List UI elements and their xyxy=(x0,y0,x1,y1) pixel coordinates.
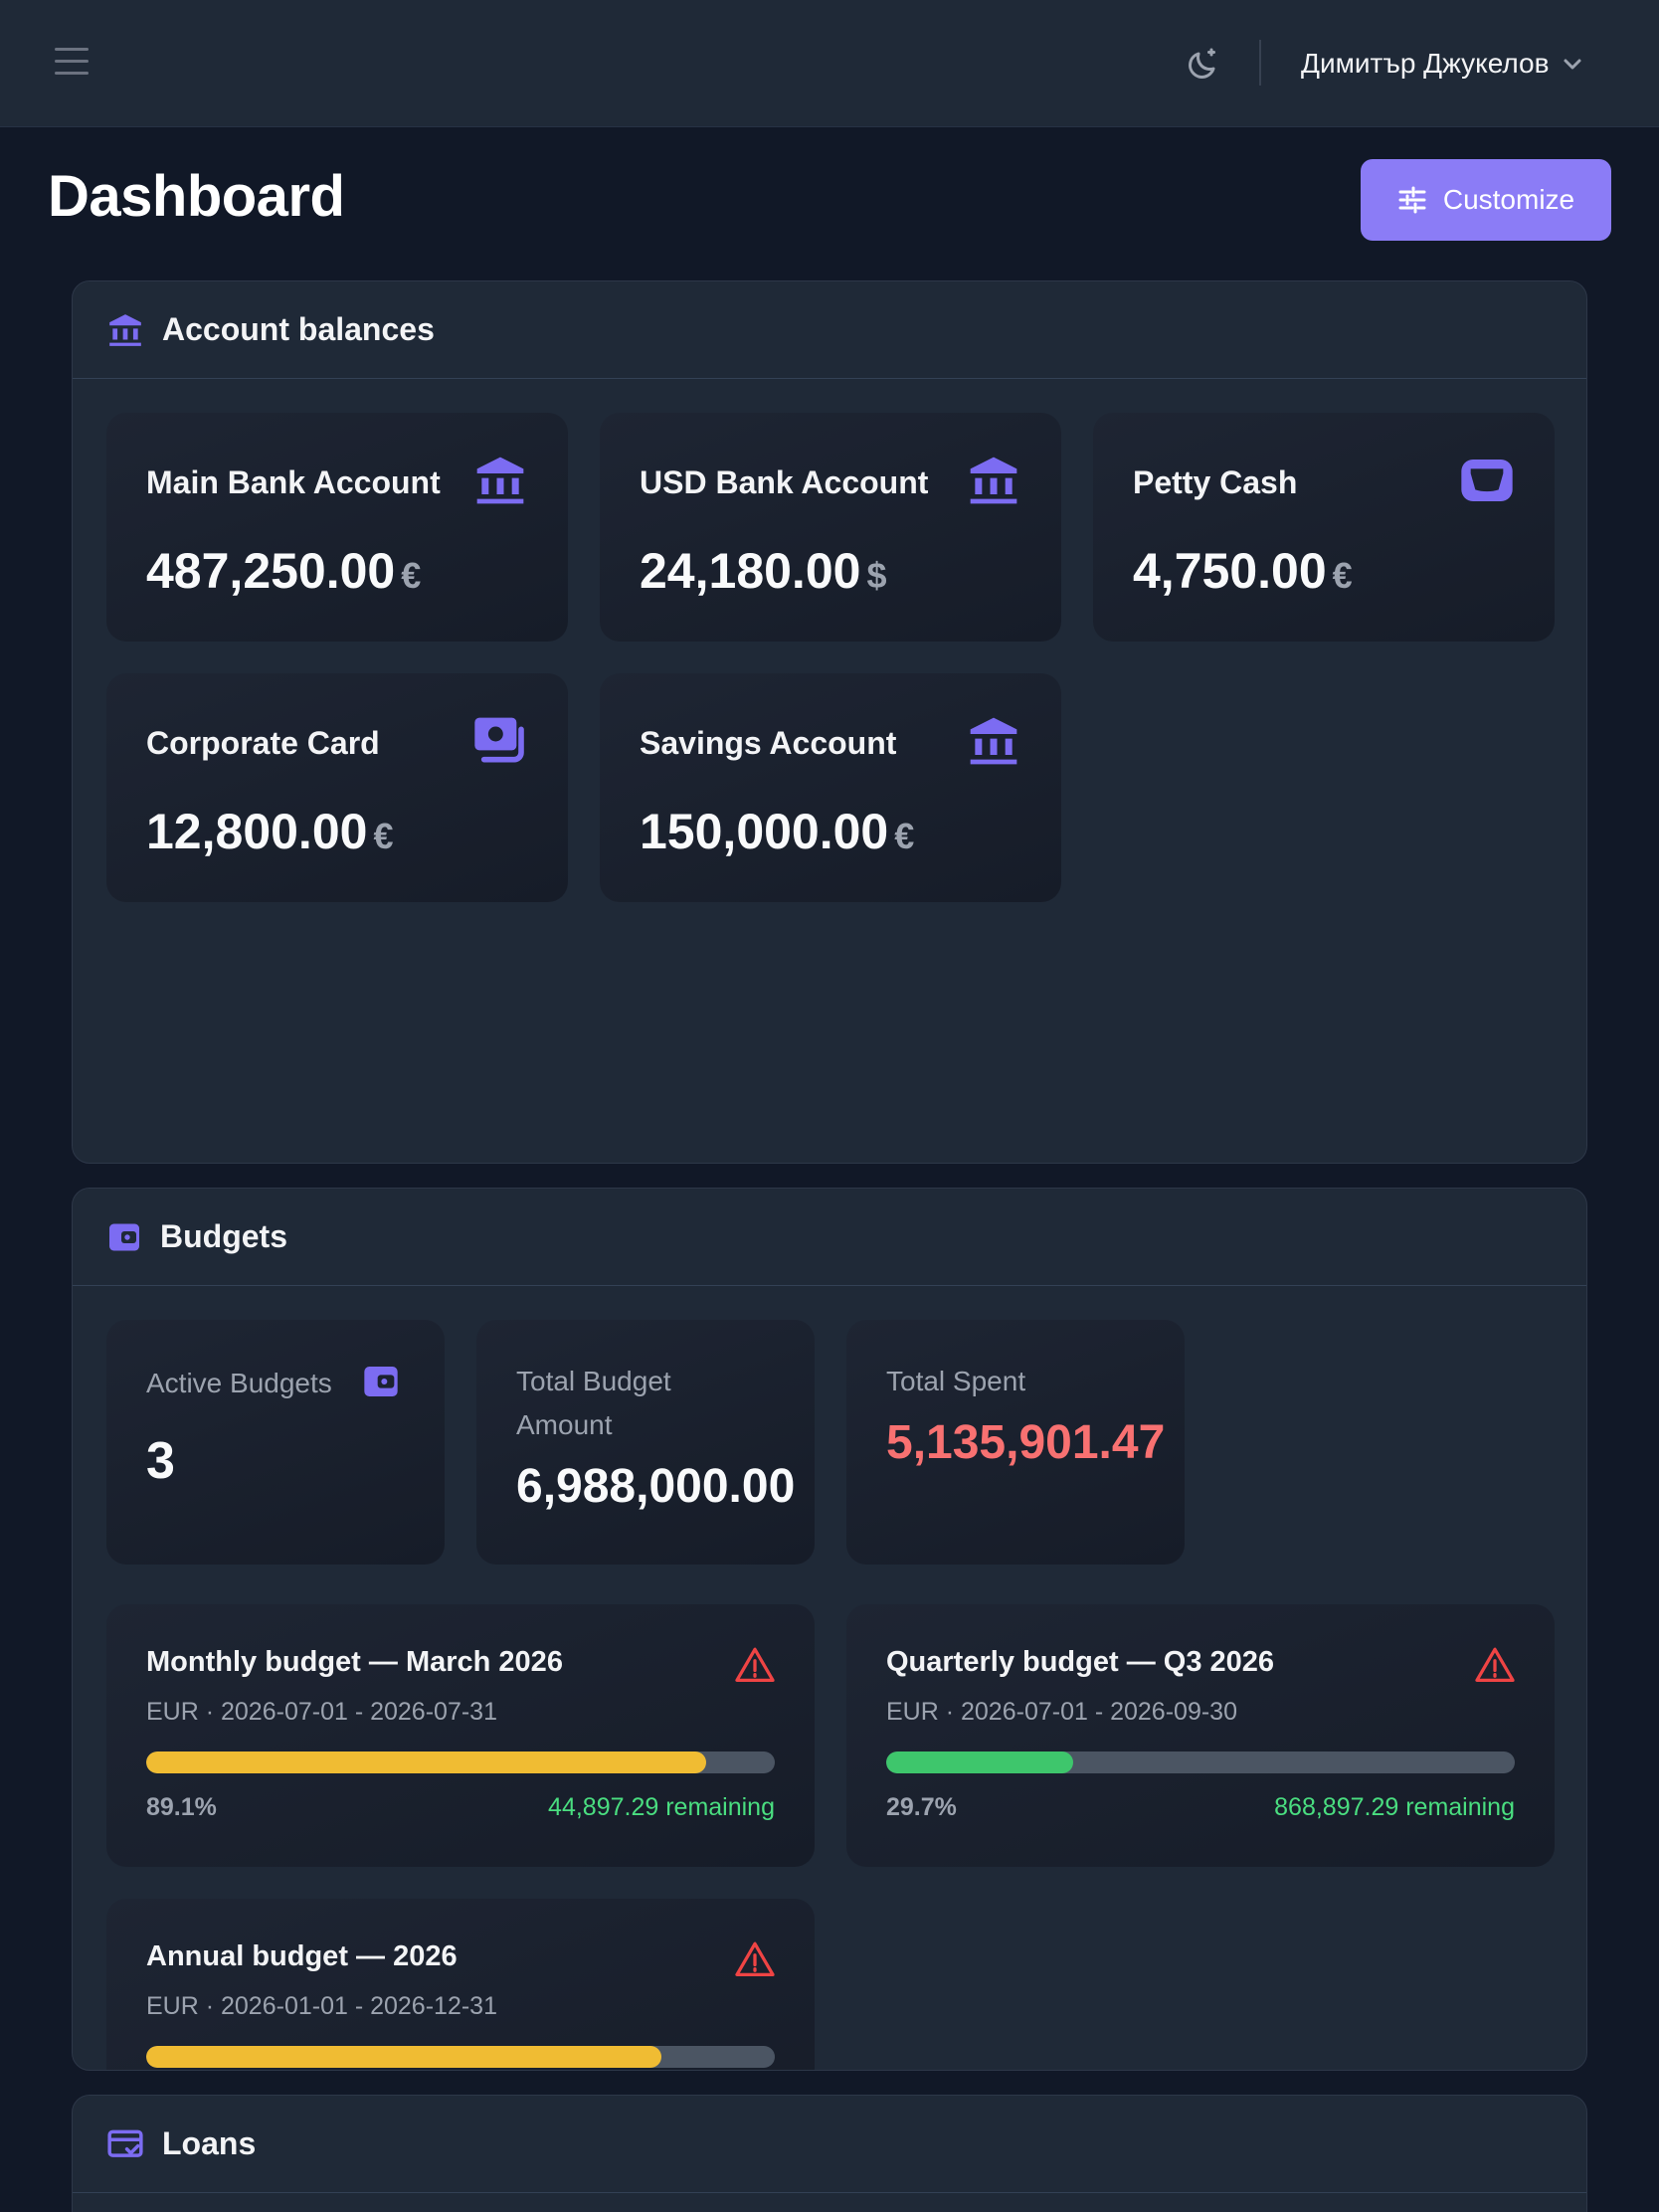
moon-icon[interactable] xyxy=(1184,44,1223,84)
budget-name: Monthly budget — March 2026 xyxy=(146,1646,563,1678)
account-balances-panel: Account balances Main Bank Account 487,2… xyxy=(72,280,1587,1164)
budget-period: EUR · 2026-07-01 - 2026-07-31 xyxy=(146,1698,497,1726)
account-balance: 12,800.00 € xyxy=(146,804,394,859)
top-bar: Димитър Джукелов xyxy=(0,0,1659,127)
customize-button[interactable]: Customize xyxy=(1361,159,1611,241)
wallet-icon xyxy=(1461,460,1513,501)
budget-progress-fill xyxy=(886,1751,1073,1773)
budget-percent: 89.1% xyxy=(146,1793,217,1821)
account-name: Petty Cash xyxy=(1133,464,1298,500)
loans-header: Loans xyxy=(73,2096,1586,2193)
budget-name: Quarterly budget — Q3 2026 xyxy=(886,1646,1275,1678)
warning-icon xyxy=(735,1941,775,1976)
stat-label: Total Budget Amount xyxy=(516,1366,671,1440)
user-menu[interactable]: Димитър Джукелов xyxy=(1301,44,1584,84)
account-name: Savings Account xyxy=(640,725,897,761)
budget-period: EUR · 2026-01-01 - 2026-12-31 xyxy=(146,1992,497,2020)
menu-icon[interactable] xyxy=(55,48,89,78)
bank-icon xyxy=(970,457,1017,504)
warning-icon xyxy=(1475,1647,1515,1682)
currency-symbol: $ xyxy=(866,555,887,596)
chevron-down-icon xyxy=(1564,59,1581,70)
loans-panel: Loans xyxy=(72,2095,1587,2212)
bank-icon xyxy=(476,457,524,504)
bank-icon xyxy=(109,313,141,346)
currency-symbol: € xyxy=(1332,555,1353,596)
stat-label: Active Budgets xyxy=(146,1368,332,1398)
account-balance: 487,250.00 € xyxy=(146,543,422,599)
currency-symbol: € xyxy=(401,555,422,596)
account-name: Main Bank Account xyxy=(146,464,441,500)
budget-remaining: 44,897.29 remaining xyxy=(548,1793,775,1821)
stat-value: 5,135,901.47 xyxy=(886,1416,1166,1469)
account-name: Corporate Card xyxy=(146,725,380,761)
bank-icon xyxy=(970,717,1017,765)
stat-card-total-budget: Total Budget Amount 6,988,000.00 xyxy=(476,1320,815,1565)
stat-card-total-spent: Total Spent 5,135,901.47 xyxy=(846,1320,1185,1565)
budget-progress-fill xyxy=(146,2046,662,2068)
budget-remaining: 868,897.29 remaining xyxy=(1274,1793,1515,1821)
budget-progress-bar xyxy=(146,2046,775,2068)
account-card[interactable]: USD Bank Account 24,180.00 $ xyxy=(600,413,1061,642)
budget-period: EUR · 2026-07-01 - 2026-09-30 xyxy=(886,1698,1237,1726)
budget-name: Annual budget — 2026 xyxy=(146,1940,458,1972)
account-balance: 24,180.00 $ xyxy=(640,543,887,599)
panel-title: Account balances xyxy=(162,311,435,347)
account-card[interactable]: Corporate Card 12,800.00 € xyxy=(106,673,568,902)
wallet-icon xyxy=(364,1367,398,1396)
sliders-icon xyxy=(1398,186,1426,214)
user-name: Димитър Джукелов xyxy=(1301,48,1550,79)
account-balance: 150,000.00 € xyxy=(640,804,915,859)
budget-progress-bar xyxy=(146,1751,775,1773)
panel-title: Budgets xyxy=(160,1218,287,1254)
account-balance: 4,750.00 € xyxy=(1133,543,1353,599)
currency-symbol: € xyxy=(894,816,915,856)
account-card[interactable]: Savings Account 150,000.00 € xyxy=(600,673,1061,902)
account-card[interactable]: Petty Cash 4,750.00 € xyxy=(1093,413,1555,642)
panel-title: Loans xyxy=(162,2125,257,2161)
budget-progress-fill xyxy=(146,1751,707,1773)
wallet-icon xyxy=(109,1223,139,1250)
budget-card[interactable]: Quarterly budget — Q3 2026 EUR · 2026-07… xyxy=(846,1604,1555,1867)
topbar-divider xyxy=(1259,40,1261,86)
stat-label: Total Spent xyxy=(886,1366,1026,1396)
account-name: USD Bank Account xyxy=(640,464,929,500)
page-title: Dashboard xyxy=(48,164,345,229)
budgets-header: Budgets xyxy=(73,1189,1586,1286)
account-balances-header: Account balances xyxy=(73,281,1586,379)
budget-card[interactable]: Annual budget — 2026 EUR · 2026-01-01 - … xyxy=(106,1899,815,2070)
currency-symbol: € xyxy=(373,816,394,856)
account-card[interactable]: Main Bank Account 487,250.00 € xyxy=(106,413,568,642)
budget-progress-bar xyxy=(886,1751,1515,1773)
customize-label: Customize xyxy=(1442,184,1575,215)
budget-percent: 29.7% xyxy=(886,1793,957,1821)
budget-card[interactable]: Monthly budget — March 2026 EUR · 2026-0… xyxy=(106,1604,815,1867)
warning-icon xyxy=(735,1647,775,1682)
budgets-panel: Budgets Active Budgets 3 Total Budget Am… xyxy=(72,1188,1587,2071)
cash-icon xyxy=(474,717,524,763)
stat-value: 6,988,000.00 xyxy=(516,1460,796,1513)
stat-value: 3 xyxy=(146,1432,175,1490)
credit-card-icon xyxy=(107,2129,143,2157)
stat-card-active-budgets: Active Budgets 3 xyxy=(106,1320,445,1565)
